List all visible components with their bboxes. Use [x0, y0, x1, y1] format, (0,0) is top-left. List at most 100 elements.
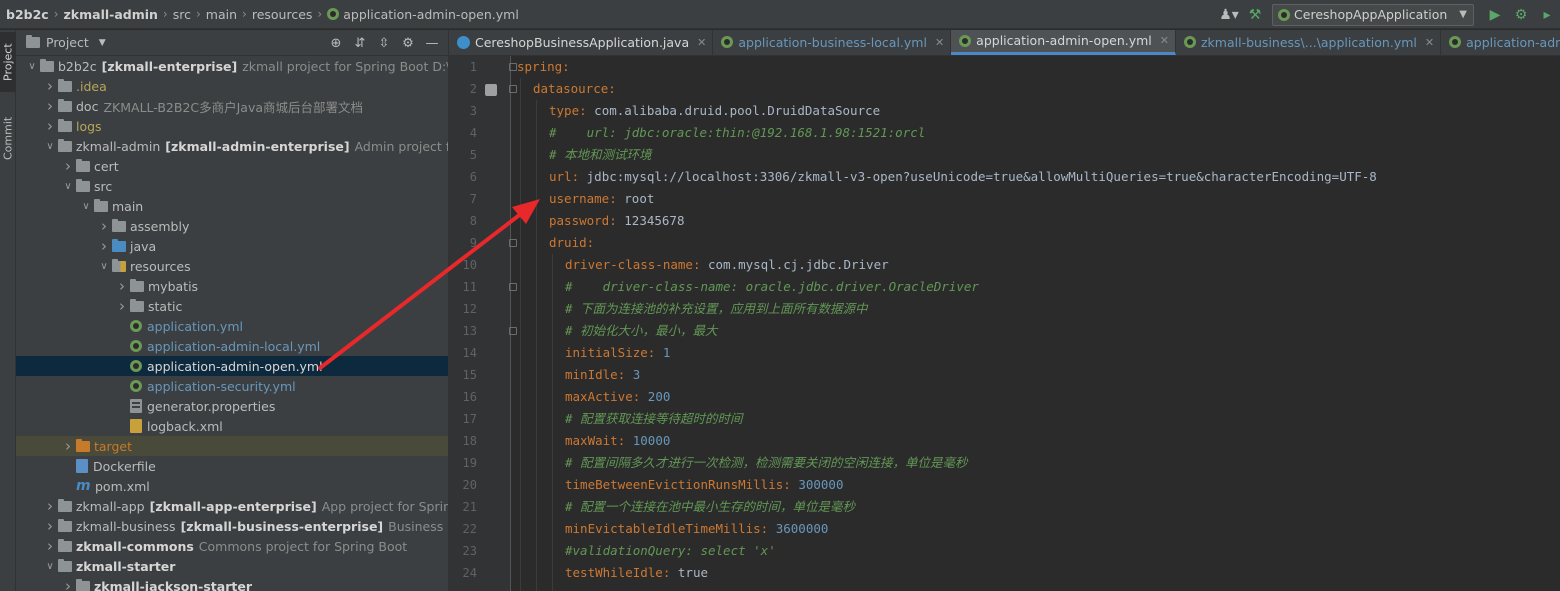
tree-row[interactable]: › java	[16, 236, 448, 256]
code-line[interactable]: # 配置间隔多久才进行一次检测，检测需要关闭的空闲连接，单位是毫秒	[565, 452, 968, 474]
chevron-right-icon[interactable]: ›	[42, 497, 58, 515]
tree-row[interactable]: › logs	[16, 116, 448, 136]
code-line[interactable]: # driver-class-name: oracle.jdbc.driver.…	[565, 276, 979, 298]
code-line[interactable]: datasource:	[533, 78, 616, 100]
editor-tab[interactable]: application-business-local.yml ✕	[713, 30, 952, 55]
chevron-down-icon[interactable]: ∨	[24, 61, 40, 72]
chevron-right-icon[interactable]: ›	[42, 97, 58, 115]
tree-row[interactable]: › assembly	[16, 216, 448, 236]
tree-row[interactable]: ∨ resources	[16, 256, 448, 276]
close-icon[interactable]: ✕	[1425, 36, 1434, 49]
chevron-down-icon[interactable]: ∨	[78, 201, 94, 212]
chevron-right-icon[interactable]: ›	[60, 437, 76, 455]
code-area[interactable]: 1 2 3 4 5 6 7 8 9 10 11 12 13 14 15 16 17 18 19 20 21 22 23 24 …	[449, 56, 1560, 591]
breadcrumb-item[interactable]: zkmall-admin	[64, 7, 158, 22]
code-line[interactable]: # url: jdbc:oracle:thin:@192.168.1.98:15…	[549, 122, 925, 144]
tree-row[interactable]: application-security.yml	[16, 376, 448, 396]
tree-row[interactable]: ∨ b2b2c [zkmall-enterprise] zkmall project …	[16, 56, 448, 76]
run-icon[interactable]: ▶	[1484, 4, 1506, 26]
chevron-right-icon[interactable]: ›	[114, 297, 130, 315]
tree-row[interactable]: › .idea	[16, 76, 448, 96]
project-view-selector[interactable]: Project ▼	[46, 35, 106, 50]
code-line[interactable]: driver-class-name: com.mysql.cj.jdbc.Dri…	[565, 254, 889, 276]
collapse-all-icon[interactable]: ⇳	[373, 32, 395, 54]
editor-tab[interactable]: zkmall-business\...\application.yml ✕	[1176, 30, 1442, 55]
debug-icon[interactable]: ⚙	[1510, 4, 1532, 26]
tree-row[interactable]: › zkmall-app [zkmall-app-enterprise] App pr…	[16, 496, 448, 516]
editor-tab[interactable]: application-admin-open.yml ✕	[951, 30, 1176, 55]
fold-marker-icon[interactable]	[509, 239, 517, 247]
code-line[interactable]: maxActive: 200	[565, 386, 670, 408]
code-line[interactable]: druid:	[549, 232, 594, 254]
hide-icon[interactable]: —	[421, 32, 443, 54]
chevron-right-icon[interactable]: ›	[96, 237, 112, 255]
breadcrumb-item[interactable]: application-admin-open.yml	[327, 7, 519, 22]
chevron-right-icon[interactable]: ›	[60, 157, 76, 175]
coverage-icon[interactable]: ▸	[1536, 4, 1558, 26]
tree-row[interactable]: ∨ main	[16, 196, 448, 216]
fold-marker-icon[interactable]	[509, 283, 517, 291]
breadcrumb-item[interactable]: b2b2c	[6, 7, 49, 22]
chevron-down-icon[interactable]: ∨	[42, 141, 58, 152]
tree-row[interactable]: › zkmall-jackson-starter	[16, 576, 448, 591]
chevron-right-icon[interactable]: ›	[42, 537, 58, 555]
tree-row[interactable]: ∨ zkmall-starter	[16, 556, 448, 576]
code-line[interactable]: spring:	[517, 56, 570, 78]
tree-row[interactable]: › zkmall-commons Commons project for Sprin…	[16, 536, 448, 556]
chevron-down-icon[interactable]: ∨	[60, 181, 76, 192]
tree-row[interactable]: application-admin-open.yml	[16, 356, 448, 376]
code-line[interactable]: type: com.alibaba.druid.pool.DruidDataSo…	[549, 100, 880, 122]
code-line[interactable]: initialSize: 1	[565, 342, 670, 364]
code-line[interactable]: minEvictableIdleTimeMillis: 3600000	[565, 518, 828, 540]
fold-marker-icon[interactable]	[509, 63, 517, 71]
tree-row[interactable]: › static	[16, 296, 448, 316]
tree-row[interactable]: ∨ zkmall-admin [zkmall-admin-enterprise] Ad…	[16, 136, 448, 156]
tree-row[interactable]: logback.xml	[16, 416, 448, 436]
run-configuration-select[interactable]: CereshopAppApplication ▼	[1272, 3, 1474, 26]
close-icon[interactable]: ✕	[935, 36, 944, 49]
tree-row[interactable]: generator.properties	[16, 396, 448, 416]
tree-row[interactable]: application-admin-local.yml	[16, 336, 448, 356]
gear-icon[interactable]: ⚙	[397, 32, 419, 54]
tree-row[interactable]: m pom.xml	[16, 476, 448, 496]
breadcrumb-item[interactable]: src	[173, 7, 191, 22]
tree-row[interactable]: application.yml	[16, 316, 448, 336]
chevron-down-icon[interactable]: ∨	[96, 261, 112, 272]
tree-row[interactable]: Dockerfile	[16, 456, 448, 476]
code-line[interactable]: # 初始化大小，最小，最大	[565, 320, 718, 342]
expand-all-icon[interactable]: ⇵	[349, 32, 371, 54]
tree-row[interactable]: ∨ src	[16, 176, 448, 196]
chevron-right-icon[interactable]: ›	[42, 117, 58, 135]
chevron-right-icon[interactable]: ›	[42, 77, 58, 95]
fold-marker-icon[interactable]	[509, 85, 517, 93]
editor-tab[interactable]: application-admin-local.	[1441, 30, 1560, 55]
code-line[interactable]: # 下面为连接池的补充设置，应用到上面所有数据源中	[565, 298, 868, 320]
chevron-down-icon[interactable]: ∨	[42, 561, 58, 572]
chevron-right-icon[interactable]: ›	[60, 577, 76, 591]
code-line[interactable]: timeBetweenEvictionRunsMillis: 300000	[565, 474, 843, 496]
tree-row[interactable]: › target	[16, 436, 448, 456]
build-hammer-icon[interactable]: ⚒	[1244, 4, 1266, 26]
code-line[interactable]: # 配置获取连接等待超时的时间	[565, 408, 743, 430]
tree-row[interactable]: › cert	[16, 156, 448, 176]
code-line[interactable]: minIdle: 3	[565, 364, 640, 386]
tree-row[interactable]: › zkmall-business [zkmall-business-enterpr…	[16, 516, 448, 536]
locate-icon[interactable]: ⊕	[325, 32, 347, 54]
code-line[interactable]: url: jdbc:mysql://localhost:3306/zkmall-…	[549, 166, 1377, 188]
stripe-tab-project[interactable]: Project	[0, 32, 16, 92]
stripe-tab-commit[interactable]: Commit	[0, 108, 16, 168]
chevron-right-icon[interactable]: ›	[42, 517, 58, 535]
code-line[interactable]: # 配置一个连接在池中最小生存的时间，单位是毫秒	[565, 496, 855, 518]
breadcrumb-item[interactable]: main	[206, 7, 237, 22]
editor-tab[interactable]: CereshopBusinessApplication.java ✕	[449, 30, 714, 55]
code-line[interactable]: # 本地和测试环境	[549, 144, 652, 166]
code-line[interactable]: username: root	[549, 188, 654, 210]
code-line[interactable]: maxWait: 10000	[565, 430, 670, 452]
code-line[interactable]: testWhileIdle: true	[565, 562, 708, 584]
code-line[interactable]: password: 12345678	[549, 210, 685, 232]
close-icon[interactable]: ✕	[697, 36, 706, 49]
database-icon[interactable]	[485, 84, 497, 96]
chevron-right-icon[interactable]: ›	[96, 217, 112, 235]
chevron-right-icon[interactable]: ›	[114, 277, 130, 295]
code-line[interactable]: #validationQuery: select 'x'	[565, 540, 776, 562]
